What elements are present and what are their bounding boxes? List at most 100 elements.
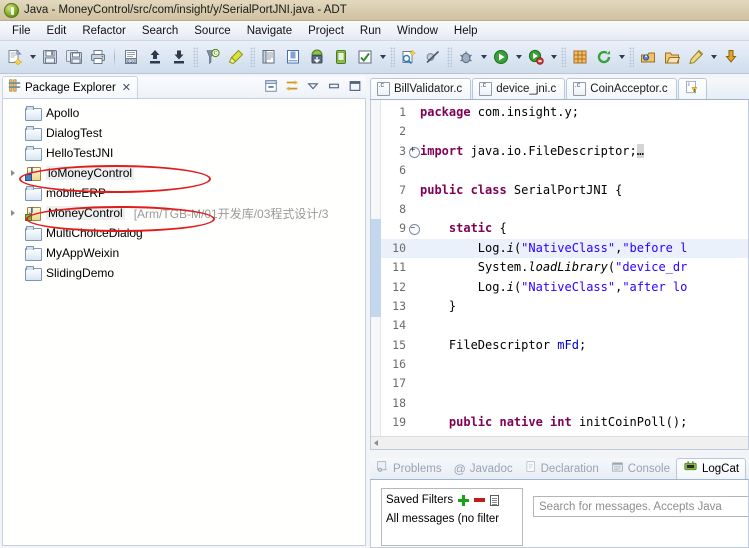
new-wizard-icon[interactable] — [4, 46, 26, 68]
code-line-15[interactable]: 15 FileDescriptor mFd; — [381, 336, 748, 355]
toolbar-drag-handle-4[interactable] — [447, 47, 452, 67]
run-icon[interactable] — [490, 46, 512, 68]
link-with-editor-icon[interactable] — [283, 77, 301, 95]
code-line-6[interactable]: 6 — [381, 161, 748, 180]
menu-search[interactable]: Search — [134, 23, 186, 39]
fold-marker[interactable] — [407, 239, 420, 258]
code-line-2[interactable]: 2 — [381, 122, 748, 141]
tab-problems[interactable]: Problems — [370, 458, 448, 479]
view-menu-icon[interactable] — [304, 77, 322, 95]
menu-window[interactable]: Window — [389, 23, 446, 39]
external-tools-dropdown-icon[interactable] — [548, 46, 559, 68]
menu-run[interactable]: Run — [352, 23, 389, 39]
tab-package-explorer[interactable]: Package Explorer ✕ — [2, 76, 138, 98]
fold-marker[interactable] — [407, 122, 420, 141]
refresh-dropdown-icon[interactable] — [616, 46, 627, 68]
android-sdk-manager-icon[interactable] — [306, 46, 328, 68]
logcat-search-input[interactable]: Search for messages. Accepts Java — [533, 496, 748, 517]
fold-marker[interactable] — [407, 278, 420, 297]
minimize-icon[interactable] — [325, 77, 343, 95]
annotation-dropdown-icon[interactable] — [708, 46, 719, 68]
scroll-left-icon[interactable] — [374, 440, 378, 446]
code-line-7[interactable]: 7 public class SerialPortJNI { — [381, 181, 748, 200]
menu-navigate[interactable]: Navigate — [239, 23, 300, 39]
expand-arrow-icon[interactable] — [11, 210, 15, 216]
menu-edit[interactable]: Edit — [39, 23, 75, 39]
code-line-16[interactable]: 16 — [381, 355, 748, 374]
export-icon[interactable] — [144, 46, 166, 68]
search-icon[interactable]: C — [201, 46, 223, 68]
edit-filter-icon[interactable] — [490, 494, 500, 506]
menu-refactor[interactable]: Refactor — [74, 23, 133, 39]
fold-marker[interactable] — [407, 374, 420, 393]
fold-marker[interactable] — [407, 394, 420, 413]
code-line-11[interactable]: 11 System.loadLibrary("device_dr — [381, 258, 748, 277]
code-lines[interactable]: 1 package com.insight.y; 2 3 import java… — [381, 100, 748, 435]
fold-marker[interactable] — [407, 336, 420, 355]
tree-item-mobileerp[interactable]: mobileERP — [3, 183, 365, 203]
refresh-icon[interactable] — [593, 46, 615, 68]
fold-marker[interactable] — [407, 297, 420, 316]
lint-check-dropdown-icon[interactable] — [377, 46, 388, 68]
fold-marker[interactable] — [407, 181, 420, 200]
menu-file[interactable]: File — [4, 23, 39, 39]
collapse-all-icon[interactable] — [262, 77, 280, 95]
print-icon[interactable] — [87, 46, 109, 68]
maximize-icon[interactable] — [346, 77, 364, 95]
tab-declaration[interactable]: Declaration — [519, 458, 605, 479]
expand-arrow-icon[interactable] — [11, 170, 15, 176]
code-line-14[interactable]: 14 — [381, 316, 748, 335]
open-type-icon[interactable] — [258, 46, 280, 68]
open-type-hierarchy-icon[interactable] — [637, 46, 659, 68]
code-line-8[interactable]: 8 — [381, 200, 748, 219]
build-binary-icon[interactable]: 010 — [120, 46, 142, 68]
android-avd-manager-icon[interactable] — [330, 46, 352, 68]
tab-serialportjni-java[interactable]: J — [677, 78, 707, 99]
toolbar-drag-handle[interactable] — [193, 47, 198, 67]
menu-help[interactable]: Help — [446, 23, 486, 39]
new-wizard-dropdown-icon[interactable] — [27, 46, 38, 68]
save-icon[interactable] — [39, 46, 61, 68]
project-tree[interactable]: Apollo DialogTest HelloTestJNI J ioMoney… — [2, 98, 366, 546]
external-tools-icon[interactable] — [525, 46, 547, 68]
tab-device-jni-c[interactable]: device_jni.c — [472, 78, 566, 99]
toolbar-drag-handle-2[interactable] — [250, 47, 255, 67]
menu-project[interactable]: Project — [300, 23, 352, 39]
minus-icon[interactable] — [474, 498, 486, 502]
code-line-12[interactable]: 12 Log.i("NativeClass","after lo — [381, 278, 748, 297]
tree-item-apollo[interactable]: Apollo — [3, 103, 365, 123]
run-dropdown-icon[interactable] — [513, 46, 524, 68]
tab-javadoc[interactable]: @ Javadoc — [448, 458, 519, 479]
tree-item-dialogtest[interactable]: DialogTest — [3, 123, 365, 143]
code-line-1[interactable]: 1 package com.insight.y; — [381, 103, 748, 122]
toolbar-drag-handle-6[interactable] — [629, 47, 634, 67]
code-line-19[interactable]: 19 public native int initCoinPoll(); — [381, 413, 748, 432]
tree-item-slidingdemo[interactable]: SlidingDemo — [3, 263, 365, 283]
code-line-9[interactable]: 9 static { — [381, 219, 748, 238]
import-icon[interactable] — [168, 46, 190, 68]
tree-item-iomoneycontrol[interactable]: J ioMoneyControl — [3, 163, 365, 183]
plus-icon[interactable] — [458, 494, 470, 506]
code-line-3[interactable]: 3 import java.io.FileDescriptor;… — [381, 142, 748, 161]
tab-console[interactable]: Console — [605, 458, 676, 479]
next-annotation-icon[interactable] — [720, 46, 742, 68]
code-line-18[interactable]: 18 — [381, 394, 748, 413]
menu-source[interactable]: Source — [186, 23, 238, 39]
editor-horizontal-scrollbar[interactable] — [371, 436, 748, 449]
debug-dropdown-icon[interactable] — [478, 46, 489, 68]
fold-marker[interactable] — [407, 200, 420, 219]
tree-item-multichoicedialog[interactable]: MultiChoiceDialog — [3, 223, 365, 243]
new-java-package-icon[interactable] — [569, 46, 591, 68]
new-android-project-icon[interactable] — [398, 46, 420, 68]
tab-logcat[interactable]: LogCat — [675, 458, 747, 479]
tree-item-moneycontrol[interactable]: J MoneyControl [Arm/TGB-M/01开发库/03程式设计/3 — [3, 203, 365, 223]
close-icon[interactable]: ✕ — [122, 81, 131, 94]
open-resource-icon[interactable] — [661, 46, 683, 68]
code-line-13[interactable]: 13 } — [381, 297, 748, 316]
code-line-10[interactable]: 10 Log.i("NativeClass","before l — [381, 238, 748, 259]
skip-breakpoints-icon[interactable] — [422, 46, 444, 68]
marker-bar[interactable] — [371, 100, 381, 449]
code-line-17[interactable]: 17 — [381, 374, 748, 393]
fold-marker[interactable] — [407, 355, 420, 374]
highlight-marker-icon[interactable] — [225, 46, 247, 68]
